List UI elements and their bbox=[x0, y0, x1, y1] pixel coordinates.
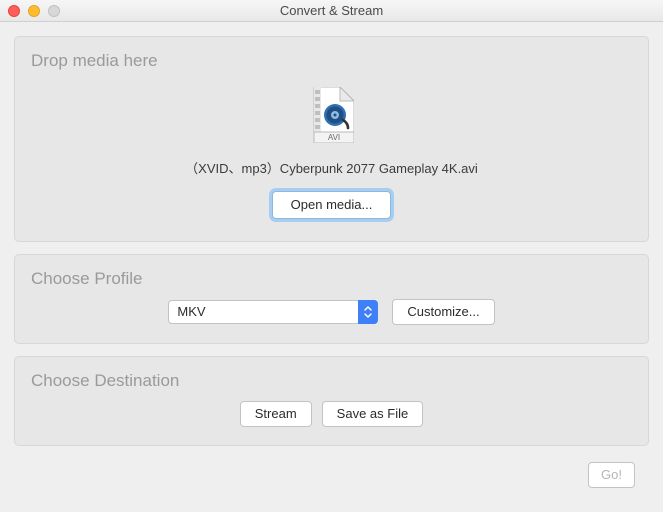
drop-media-panel: Drop media here AVI （XVID、mp3）Cyberpu bbox=[14, 36, 649, 242]
avi-file-icon: AVI bbox=[310, 87, 354, 148]
save-as-file-button[interactable]: Save as File bbox=[322, 401, 424, 427]
footer: Go! bbox=[14, 458, 649, 488]
choose-destination-panel: Choose Destination Stream Save as File bbox=[14, 356, 649, 446]
close-icon[interactable] bbox=[8, 5, 20, 17]
drop-area[interactable]: AVI （XVID、mp3）Cyberpunk 2077 Gameplay 4K… bbox=[31, 81, 632, 219]
minimize-icon[interactable] bbox=[28, 5, 40, 17]
window-controls bbox=[8, 5, 60, 17]
select-stepper-icon bbox=[358, 300, 378, 324]
stream-button[interactable]: Stream bbox=[240, 401, 312, 427]
customize-button[interactable]: Customize... bbox=[392, 299, 494, 325]
zoom-icon[interactable] bbox=[48, 5, 60, 17]
window-title: Convert & Stream bbox=[280, 3, 383, 18]
window-body: Drop media here AVI （XVID、mp3）Cyberpu bbox=[0, 22, 663, 498]
file-label: （XVID、mp3）Cyberpunk 2077 Gameplay 4K.avi bbox=[31, 158, 632, 177]
choose-profile-panel: Choose Profile MKV Customize... bbox=[14, 254, 649, 344]
choose-profile-heading: Choose Profile bbox=[31, 269, 632, 289]
drop-media-heading: Drop media here bbox=[31, 51, 632, 71]
profile-select[interactable]: MKV bbox=[168, 300, 378, 324]
go-button[interactable]: Go! bbox=[588, 462, 635, 488]
choose-destination-heading: Choose Destination bbox=[31, 371, 632, 391]
profile-selected-value: MKV bbox=[168, 300, 378, 324]
open-media-button[interactable]: Open media... bbox=[272, 191, 392, 219]
titlebar: Convert & Stream bbox=[0, 0, 663, 22]
file-badge-text: AVI bbox=[327, 133, 339, 142]
